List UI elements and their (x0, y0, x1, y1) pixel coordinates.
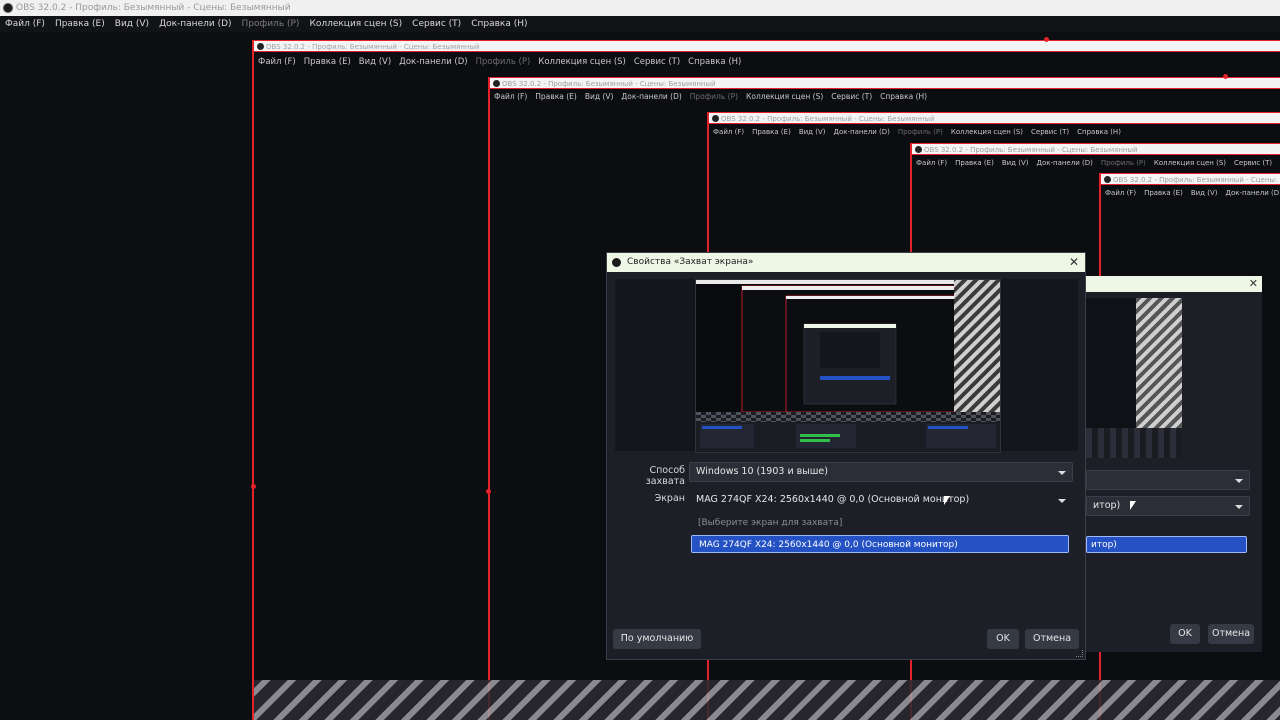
menu-docks[interactable]: Док-панели (D) (159, 16, 231, 32)
nested-titlebar: OBS 32.0.2 - Профиль: Безымянный - Сцены… (254, 40, 1280, 52)
ghost-capture-method-combo (1086, 470, 1250, 490)
dropdown-option-monitor[interactable]: MAG 274QF X24: 2560x1440 @ 0,0 (Основной… (691, 535, 1069, 553)
ghost-cancel-button: Отмена (1208, 624, 1254, 644)
ghost-ok-button: OK (1170, 624, 1200, 644)
screen-capture-properties-dialog: Свойства «Захват экрана» ✕ Способ захват… (606, 252, 1086, 660)
capture-handle (486, 489, 491, 494)
menu-file[interactable]: Файл (F) (5, 16, 45, 32)
ghost-dialog-titlebar: ✕ (1086, 276, 1262, 292)
ghost-properties-dialog: ✕ итор) итор) OK Отмена (1086, 276, 1262, 652)
menu-tools[interactable]: Сервис (T) (412, 16, 461, 32)
screen-label: Экран (654, 493, 685, 504)
chevron-down-icon (1235, 505, 1243, 509)
menu-profile: Профиль (P) (241, 19, 300, 29)
window-title: OBS 32.0.2 - Профиль: Безымянный - Сцены… (16, 3, 291, 13)
ghost-preview (1086, 298, 1182, 458)
chevron-down-icon (1058, 499, 1066, 503)
chevron-down-icon (1235, 479, 1243, 483)
nested-menubar: Файл (F) Правка (E) Вид (V) Док-панели (… (258, 57, 742, 67)
resize-grip-icon[interactable] (1076, 650, 1083, 657)
capture-handle (1044, 37, 1049, 42)
obs-logo-icon (612, 258, 621, 267)
close-icon: ✕ (1248, 277, 1258, 290)
dialog-titlebar: Свойства «Захват экрана» ✕ (607, 253, 1085, 272)
menu-view[interactable]: Вид (V) (115, 16, 149, 32)
recursive-capture-thumbnail (696, 280, 1000, 452)
cancel-button[interactable]: Отмена (1025, 629, 1079, 649)
main-menubar: Файл (F) Правка (E) Вид (V) Док-панели (… (0, 16, 1280, 32)
dialog-title: Свойства «Захват экрана» (627, 257, 754, 267)
ghost-selected-option: итор) (1086, 536, 1247, 553)
ok-button[interactable]: OK (987, 629, 1019, 649)
screen-dropdown-list: [Выберите экран для захвата] MAG 274QF X… (691, 511, 1071, 557)
window-titlebar: OBS 32.0.2 - Профиль: Безымянный - Сцены… (0, 0, 1280, 16)
capture-handle (1223, 74, 1228, 79)
capture-method-value: Windows 10 (1903 и выше) (696, 466, 828, 477)
menu-edit[interactable]: Правка (E) (55, 16, 105, 32)
transparency-checkerboard (254, 680, 1280, 720)
capture-method-label: Способ захвата (645, 465, 685, 487)
close-icon[interactable]: ✕ (1067, 253, 1081, 272)
capture-handle (251, 484, 256, 489)
screen-value: MAG 274QF X24: 2560x1440 @ 0,0 (Основной… (696, 494, 970, 505)
screen-combo[interactable]: MAG 274QF X24: 2560x1440 @ 0,0 (Основной… (689, 490, 1073, 510)
menu-help[interactable]: Справка (H) (471, 16, 527, 32)
menu-scene-collection[interactable]: Коллекция сцен (S) (309, 16, 402, 32)
capture-preview (695, 279, 1001, 453)
dropdown-option-placeholder[interactable]: [Выберите экран для захвата] (691, 514, 1069, 532)
capture-method-combo[interactable]: Windows 10 (1903 и выше) (689, 462, 1073, 482)
ghost-screen-combo: итор) (1086, 496, 1250, 516)
defaults-button[interactable]: По умолчанию (613, 629, 701, 649)
chevron-down-icon (1058, 471, 1066, 475)
obs-logo-icon (3, 3, 13, 13)
